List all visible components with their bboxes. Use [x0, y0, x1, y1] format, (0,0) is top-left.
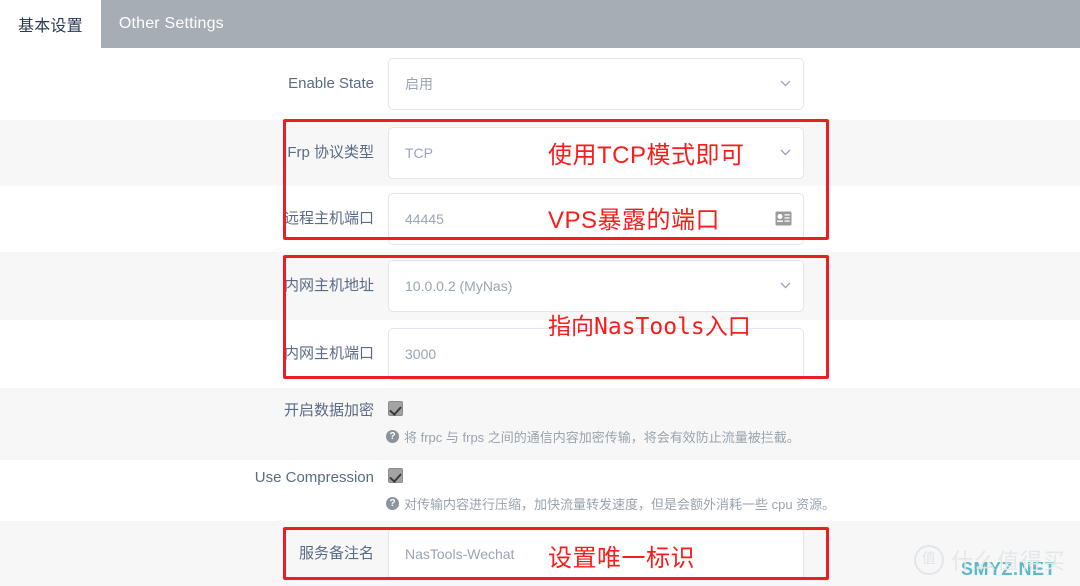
label-frp-protocol: Frp 协议类型: [287, 144, 374, 162]
form-row-remote-port: 远程主机端口 44445: [0, 186, 1080, 252]
service-remark-value: NasTools-Wechat: [405, 545, 515, 562]
annotation-text-vps-port: VPS暴露的端口: [548, 207, 721, 234]
enable-state-value: 启用: [405, 76, 433, 92]
encryption-checkbox[interactable]: [388, 401, 403, 416]
form-row-compression: Use Compression ? 对传输内容进行压缩，加快流量转发速度，但是会…: [0, 460, 1080, 521]
enable-state-select[interactable]: 启用: [388, 58, 804, 110]
annotation-text-nastools-entry: 指向NasTools入口: [548, 314, 751, 340]
internal-host-value: 10.0.0.2 (MyNas): [405, 278, 513, 294]
chevron-down-icon: [780, 149, 791, 156]
encryption-hint-text: 将 frpc 与 frps 之间的通信内容加密传输，将会有效防止流量被拦截。: [404, 430, 800, 445]
label-service-remark: 服务备注名: [298, 544, 374, 562]
tab-bar: 基本设置 Other Settings: [0, 0, 1080, 48]
tab-other-settings-label: Other Settings: [118, 15, 224, 32]
tab-basic-settings-label: 基本设置: [18, 18, 83, 35]
form-row-encryption: 开启数据加密 ? 将 frpc 与 frps 之间的通信内容加密传输，将会有效防…: [0, 388, 1080, 460]
form-row-enable-state: Enable State 启用: [0, 48, 1080, 120]
watermark-brand: 什么值得买: [950, 549, 1066, 574]
form-row-frp-protocol: Frp 协议类型 TCP: [0, 120, 1080, 186]
label-remote-port: 远程主机端口: [283, 210, 374, 228]
control-internal-host: 10.0.0.2 (MyNas): [388, 260, 1080, 312]
chevron-down-icon: [780, 80, 791, 87]
help-circle-icon: ?: [386, 497, 399, 510]
frp-protocol-value: TCP: [405, 145, 433, 161]
help-circle-icon: ?: [386, 430, 399, 443]
annotation-text-unique-id: 设置唯一标识: [548, 545, 695, 572]
chevron-down-icon: [780, 282, 791, 289]
settings-form: Enable State 启用 Frp 协议类型 TCP 远程主机端口 4444…: [0, 48, 1080, 586]
form-row-internal-host: 内网主机地址 10.0.0.2 (MyNas): [0, 252, 1080, 320]
internal-host-select[interactable]: 10.0.0.2 (MyNas): [388, 260, 804, 312]
annotation-text-tcp: 使用TCP模式即可: [548, 142, 745, 169]
label-enable-state: Enable State: [288, 75, 374, 93]
label-internal-host: 内网主机地址: [283, 277, 374, 295]
watermark: 值 什么值得买: [913, 544, 1066, 576]
remote-port-value: 44445: [405, 211, 444, 227]
contact-card-icon[interactable]: [775, 211, 792, 226]
control-remote-port: 44445: [388, 193, 1080, 245]
compression-hint: ? 对传输内容进行压缩，加快流量转发速度，但是会额外消耗一些 cpu 资源。: [386, 494, 1080, 513]
label-compression: Use Compression: [254, 469, 374, 486]
internal-port-value: 3000: [405, 346, 437, 362]
compression-checkbox[interactable]: [388, 468, 403, 483]
form-row-internal-port: 内网主机端口 3000: [0, 320, 1080, 388]
watermark-badge-icon: 值: [913, 545, 944, 575]
tab-basic-settings[interactable]: 基本设置: [0, 0, 101, 48]
control-enable-state: 启用: [388, 58, 1080, 110]
compression-hint-text: 对传输内容进行压缩，加快流量转发速度，但是会额外消耗一些 cpu 资源。: [404, 497, 836, 512]
label-encryption: 开启数据加密: [283, 402, 374, 419]
tab-other-settings[interactable]: Other Settings: [101, 0, 242, 48]
label-internal-port: 内网主机端口: [283, 345, 374, 363]
encryption-hint: ? 将 frpc 与 frps 之间的通信内容加密传输，将会有效防止流量被拦截。: [386, 427, 1080, 446]
